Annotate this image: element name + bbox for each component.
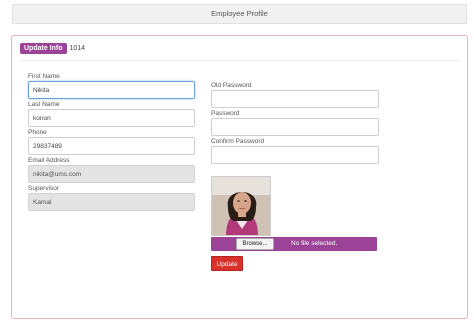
password-field[interactable] xyxy=(211,118,379,136)
first-name-field[interactable] xyxy=(28,81,195,99)
file-upload-control: Browse... No file selected. xyxy=(211,237,377,251)
panel-heading: Update Info 1014 xyxy=(20,41,85,55)
update-button[interactable]: Update xyxy=(211,256,243,271)
confirm-password-field[interactable] xyxy=(211,146,379,164)
last-name-label: Last Name xyxy=(28,101,60,108)
page-header: Employee Profile xyxy=(12,4,467,24)
update-info-panel: Update Info 1014 First Name Last Name Ph… xyxy=(11,35,468,319)
email-field xyxy=(28,165,195,183)
phone-label: Phone xyxy=(28,129,47,136)
page-title: Employee Profile xyxy=(211,9,268,18)
profile-photo xyxy=(211,176,271,236)
file-status-text: No file selected. xyxy=(291,240,338,247)
email-label: Email Address xyxy=(28,157,70,164)
phone-field[interactable] xyxy=(28,137,195,155)
old-password-field[interactable] xyxy=(211,90,379,108)
confirm-password-label: Confirm Password xyxy=(211,138,265,145)
browse-button[interactable]: Browse... xyxy=(236,238,274,250)
profile-photo-image xyxy=(212,177,270,235)
employee-id: 1014 xyxy=(69,44,86,52)
password-label: Password xyxy=(211,110,240,117)
supervisor-field xyxy=(28,193,195,211)
update-info-badge: Update Info xyxy=(20,42,67,54)
last-name-field[interactable] xyxy=(28,109,195,127)
panel-divider xyxy=(20,60,460,61)
supervisor-label: Supervisor xyxy=(28,185,60,192)
first-name-label: First Name xyxy=(28,73,60,80)
old-password-label: Old Password xyxy=(211,82,252,89)
